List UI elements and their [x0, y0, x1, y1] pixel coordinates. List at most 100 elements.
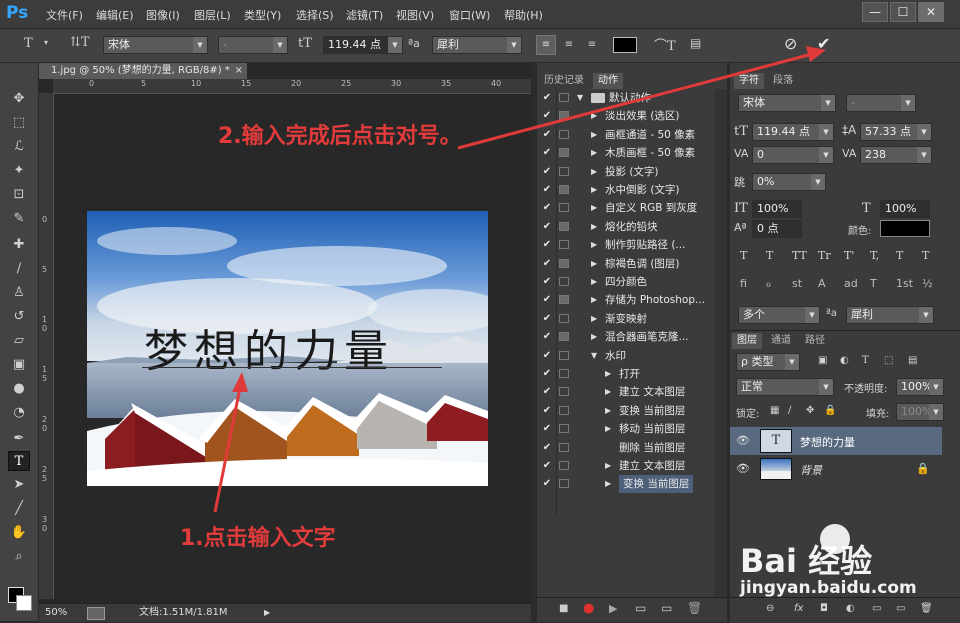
check-icon[interactable]: ✔ [541, 236, 553, 254]
char-hscale-input[interactable]: 100% [880, 200, 930, 218]
expand-right-icon[interactable]: ▶ [591, 144, 597, 162]
action-row[interactable]: ✔ ▶ 移动 当前图层 [537, 420, 715, 438]
expand-right-icon[interactable]: ▶ [591, 126, 597, 144]
dialog-toggle-icon[interactable] [559, 203, 569, 213]
expand-right-icon[interactable]: ▶ [591, 273, 597, 291]
type-style-button[interactable]: T' [844, 249, 854, 262]
new-action-icon[interactable]: ▭ [661, 601, 672, 615]
dialog-toggle-icon[interactable] [559, 221, 569, 231]
check-icon[interactable]: ✔ [541, 402, 553, 420]
lock-brush-icon[interactable]: ∕ [788, 405, 791, 416]
action-row[interactable]: ✔ ▶ 淡出效果 (选区) [537, 107, 715, 125]
expand-right-icon[interactable]: ▶ [591, 163, 597, 181]
blur-tool-icon[interactable]: ● [8, 379, 30, 399]
tool-preset-dropdown-icon[interactable]: ▾ [44, 38, 48, 47]
type-style-button[interactable]: T, [870, 249, 879, 262]
document-tab[interactable]: 1.jpg @ 50% (梦想的力量, RGB/8#) * × [39, 63, 247, 79]
menu-window[interactable]: 窗口(W) [449, 7, 490, 23]
menu-view[interactable]: 视图(V) [396, 7, 434, 23]
dialog-toggle-icon[interactable] [559, 387, 569, 397]
dialog-toggle-icon[interactable] [559, 129, 569, 139]
opentype-button[interactable]: ℴ [766, 277, 771, 290]
font-style-select[interactable]: - ▼ [218, 36, 288, 54]
char-font-family[interactable]: 宋体 ▼ [738, 94, 836, 112]
check-icon[interactable]: ✔ [541, 383, 553, 401]
image-canvas[interactable]: 梦想的力量 [87, 211, 488, 486]
action-row[interactable]: ✔ ▶ 木质画框 - 50 像素 [537, 144, 715, 162]
char-leading-input[interactable]: 57.33 点 ▼ [860, 123, 932, 141]
tab-paths[interactable]: 路径 [800, 333, 830, 349]
path-select-tool-icon[interactable]: ➤ [8, 475, 30, 495]
action-row[interactable]: ✔ ▶ 自定义 RGB 到灰度 [537, 199, 715, 217]
action-row[interactable]: ✔ ▶ 画框通道 - 50 像素 [537, 126, 715, 144]
layer-row-background[interactable]: 👁 背景 🔒 [730, 455, 942, 483]
action-row[interactable]: ✔ ▶ 水中倒影 (文字) [537, 181, 715, 199]
check-icon[interactable]: ✔ [541, 144, 553, 162]
filter-pixel-icon[interactable]: ▣ [818, 355, 827, 366]
layer-filter-select[interactable]: ρ 类型 ▼ [736, 353, 800, 371]
type-style-button[interactable]: Tr [818, 249, 831, 262]
expand-right-icon[interactable]: ▶ [605, 365, 611, 383]
blend-mode-select[interactable]: 正常 ▼ [736, 378, 834, 396]
action-row[interactable]: ✔ ▼ 默认动作 [537, 89, 715, 107]
dialog-toggle-icon[interactable] [559, 148, 569, 158]
tab-paragraph[interactable]: 段落 [768, 73, 798, 89]
expand-down-icon[interactable]: ▼ [591, 347, 597, 365]
opentype-button[interactable]: T [870, 277, 877, 290]
dialog-toggle-icon[interactable] [559, 277, 569, 286]
type-style-button[interactable]: TT [792, 249, 807, 262]
play-icon[interactable]: ▶ [609, 602, 617, 615]
dialog-toggle-icon[interactable] [559, 350, 569, 360]
tab-channels[interactable]: 通道 [766, 333, 796, 349]
expand-right-icon[interactable]: ▶ [605, 457, 611, 475]
fill-input[interactable]: 100% ▼ [896, 403, 944, 421]
opentype-button[interactable]: ½ [922, 277, 933, 290]
action-row[interactable]: ✔ ▶ 存储为 Photoshop... [537, 291, 715, 309]
expand-right-icon[interactable]: ▶ [605, 420, 611, 438]
expand-right-icon[interactable]: ▶ [605, 402, 611, 420]
opentype-button[interactable]: 1st [896, 277, 913, 290]
char-language-select[interactable]: 多个 ▼ [738, 306, 820, 324]
opentype-button[interactable]: fi [740, 277, 747, 290]
stop-icon[interactable]: ■ [559, 603, 568, 614]
eye-icon[interactable]: 👁 [736, 434, 750, 447]
dialog-toggle-icon[interactable] [559, 185, 569, 194]
dialog-toggle-icon[interactable] [559, 111, 569, 121]
filter-smart-icon[interactable]: ▤ [908, 355, 917, 366]
type-style-button[interactable]: T [766, 249, 773, 262]
minimize-button[interactable]: — [862, 2, 888, 22]
text-color-swatch[interactable] [613, 37, 637, 53]
dialog-toggle-icon[interactable] [559, 461, 569, 470]
expand-right-icon[interactable]: ▶ [591, 218, 597, 236]
pen-tool-icon[interactable]: ✒ [8, 429, 30, 449]
expand-right-icon[interactable]: ▶ [605, 475, 611, 493]
type-tool-icon[interactable]: T [24, 36, 33, 51]
brush-tool-icon[interactable]: ∕ [8, 259, 30, 279]
canvas-text-layer[interactable]: 梦想的力量 [144, 315, 394, 379]
dialog-toggle-icon[interactable] [559, 442, 569, 452]
check-icon[interactable]: ✔ [541, 365, 553, 383]
action-row[interactable]: ✔ ▶ 熔化的铅块 [537, 218, 715, 236]
char-vscale-input[interactable]: 100% [752, 200, 802, 218]
toggle-orientation-icon[interactable]: ⇅T [70, 35, 90, 50]
check-icon[interactable]: ✔ [541, 457, 553, 475]
close-button[interactable]: ✕ [918, 2, 944, 22]
antialias-select[interactable]: 犀利 ▼ [432, 36, 522, 54]
lock-transparent-icon[interactable]: ▦ [770, 405, 779, 416]
action-row[interactable]: ✔ ▶ 混合器画笔克隆... [537, 328, 715, 346]
check-icon[interactable]: ✔ [541, 181, 553, 199]
healing-brush-tool-icon[interactable]: ✚ [8, 235, 30, 255]
check-icon[interactable]: ✔ [541, 347, 553, 365]
check-icon[interactable]: ✔ [541, 420, 553, 438]
action-row[interactable]: ✔ ▶ 建立 文本图层 [537, 383, 715, 401]
expand-right-icon[interactable]: ▶ [591, 107, 597, 125]
check-icon[interactable]: ✔ [541, 291, 553, 309]
action-row[interactable]: ✔ ▶ 四分颜色 [537, 273, 715, 291]
char-size-input[interactable]: 119.44 点 ▼ [752, 123, 834, 141]
dialog-toggle-icon[interactable] [559, 93, 569, 102]
check-icon[interactable]: ✔ [541, 328, 553, 346]
expand-right-icon[interactable]: ▶ [591, 181, 597, 199]
type-style-button[interactable]: T [740, 249, 747, 262]
opacity-input[interactable]: 100% ▼ [896, 378, 944, 396]
opentype-button[interactable]: ad [844, 277, 858, 290]
